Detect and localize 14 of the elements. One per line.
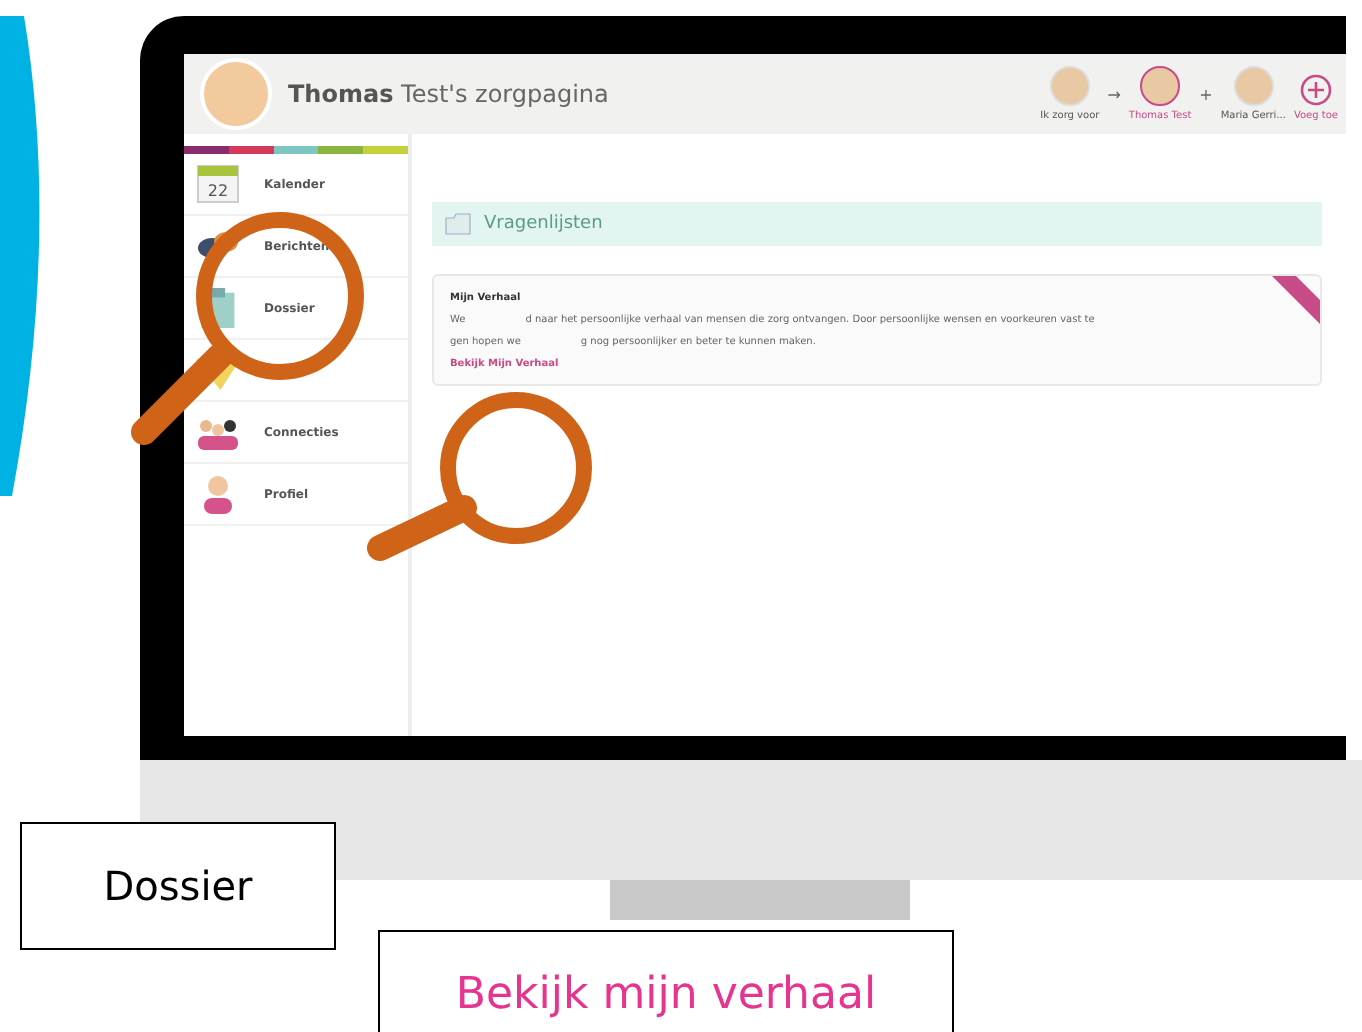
add-icon[interactable] bbox=[1299, 74, 1332, 106]
connector-symbol: → bbox=[1107, 85, 1121, 103]
callout-label: Dossier bbox=[20, 822, 336, 950]
page-title: Thomas Test's zorgpagina bbox=[288, 80, 611, 108]
calendar-icon: 22 bbox=[196, 164, 240, 204]
person-avatar bbox=[1049, 66, 1090, 106]
magnifying-glass-icon bbox=[367, 392, 592, 561]
callout-label: Bekijk mijn verhaal bbox=[378, 930, 954, 1032]
folder-icon bbox=[444, 212, 472, 236]
section-title: Vragenlijsten bbox=[484, 214, 603, 234]
connector-symbol: + bbox=[1199, 85, 1213, 103]
person-avatar[interactable] bbox=[1140, 66, 1181, 106]
magnifying-glass-icon bbox=[131, 212, 364, 445]
user-avatar bbox=[200, 58, 272, 130]
